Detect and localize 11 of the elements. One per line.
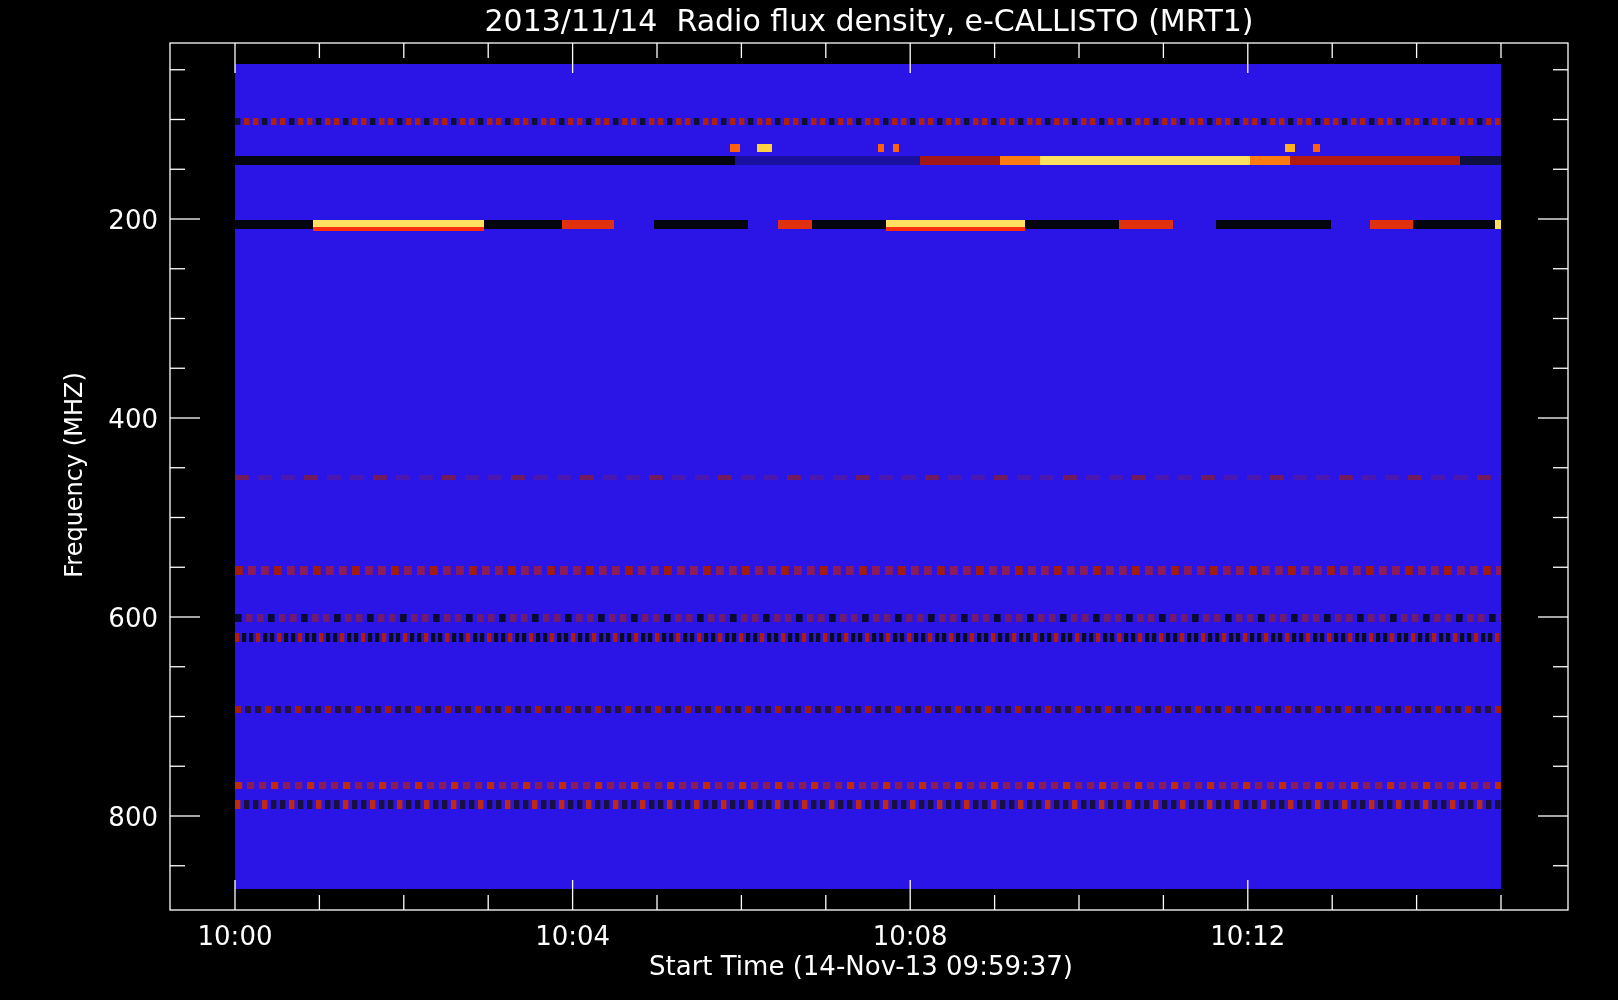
x-axis-label: Start Time (14-Nov-13 09:59:37) [649,951,1073,981]
x-tick-label: 10:04 [535,921,611,951]
y-tick-label: 400 [108,404,158,434]
y-tick-label: 600 [108,603,158,633]
y-tick-label: 200 [108,205,158,235]
x-tick-label: 10:00 [197,921,273,951]
y-tick-label: 800 [108,802,158,832]
x-tick-label: 10:08 [872,921,948,951]
x-tick-label: 10:12 [1210,921,1286,951]
y-axis-label: Frequency (MHZ) [60,372,88,578]
chart-title: 2013/11/14 Radio flux density, e-CALLISTO (MRT1) [484,3,1254,38]
